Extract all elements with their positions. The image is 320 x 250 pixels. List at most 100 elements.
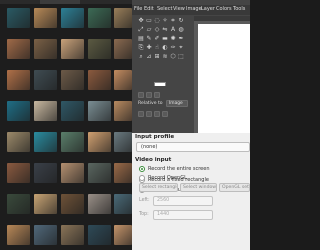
zoom-icon[interactable]: ⌕: [138, 54, 144, 60]
paintbrush-icon[interactable]: ✐: [154, 36, 160, 42]
menu-layer[interactable]: Layer: [201, 6, 215, 12]
radio-entire-screen[interactable]: [139, 166, 145, 172]
opengl-settings-button[interactable]: OpenGL settings...: [219, 183, 250, 192]
align-center-button[interactable]: [146, 92, 152, 98]
align-right-button[interactable]: [154, 92, 160, 98]
gallery-thumbnail[interactable]: [34, 8, 57, 28]
perspective-icon[interactable]: ◇: [154, 27, 160, 33]
gradient-icon[interactable]: ▤: [138, 36, 144, 42]
heal-icon[interactable]: ✚: [146, 45, 152, 51]
distribute-right-button[interactable]: [154, 111, 160, 117]
gallery-thumbnail[interactable]: [34, 225, 57, 245]
clone-icon[interactable]: ⎘: [138, 45, 144, 51]
gallery-thumbnail[interactable]: [7, 163, 30, 183]
select-window-button[interactable]: Select window...: [180, 183, 217, 192]
flip-icon[interactable]: ⇋: [162, 27, 168, 33]
option-record-opengl[interactable]: Record OpenGL: [139, 174, 249, 183]
image-editor-window: File Edit Select View Image Layer Colors…: [132, 0, 250, 133]
gallery-thumbnail[interactable]: [7, 70, 30, 90]
measure-icon[interactable]: ⊿: [146, 54, 152, 60]
color-picker-icon[interactable]: ⌖: [178, 45, 184, 51]
radio-record-opengl[interactable]: [139, 175, 145, 181]
menu-view[interactable]: View: [173, 6, 185, 12]
gallery-thumbnail[interactable]: [7, 8, 30, 28]
rotate-icon[interactable]: ↻: [178, 18, 184, 24]
gallery-thumbnail[interactable]: [7, 101, 30, 121]
gallery-thumbnail[interactable]: [34, 194, 57, 214]
lasso-icon[interactable]: ◌: [154, 18, 160, 24]
gallery-thumbnail[interactable]: [34, 70, 57, 90]
gallery-thumbnail[interactable]: [34, 163, 57, 183]
distribute-left-button[interactable]: [138, 111, 144, 117]
menu-tools[interactable]: Tools: [233, 6, 245, 12]
input-profile-select[interactable]: (none): [136, 142, 250, 152]
distribute-top-button[interactable]: [162, 111, 168, 117]
airbrush-icon[interactable]: ✺: [170, 36, 176, 42]
rect-select-icon[interactable]: ▭: [146, 18, 152, 24]
move-tool-icon[interactable]: ✥: [138, 18, 144, 24]
left-label: Left:: [139, 198, 150, 203]
gallery-thumbnail[interactable]: [61, 194, 84, 214]
gallery-thumbnail[interactable]: [61, 8, 84, 28]
gallery-thumbnail[interactable]: [34, 132, 57, 152]
option-entire-screen[interactable]: Record the entire screen: [139, 165, 249, 174]
gallery-thumbnail[interactable]: [61, 39, 84, 59]
gallery-thumbnail[interactable]: [114, 225, 132, 245]
warp-icon[interactable]: ≋: [162, 54, 168, 60]
gallery-thumbnail[interactable]: [61, 225, 84, 245]
gallery-thumbnail[interactable]: [88, 8, 111, 28]
gallery-thumbnail[interactable]: [34, 39, 57, 59]
gallery-thumbnail[interactable]: [88, 39, 111, 59]
smudge-icon[interactable]: ☝: [154, 45, 160, 51]
gallery-thumbnail[interactable]: [88, 132, 111, 152]
gallery-tab-selected[interactable]: [40, 0, 80, 4]
gallery-thumbnail[interactable]: [61, 132, 84, 152]
gallery-thumbnail[interactable]: [88, 194, 111, 214]
menu-file[interactable]: File: [134, 6, 142, 12]
gallery-thumbnail[interactable]: [114, 163, 132, 183]
gallery-thumbnail[interactable]: [88, 101, 111, 121]
gallery-thumbnail[interactable]: [88, 225, 111, 245]
menu-image[interactable]: Image: [186, 6, 202, 12]
select-rectangle-button[interactable]: Select rectangle...: [139, 183, 178, 192]
gallery-thumbnail[interactable]: [61, 101, 84, 121]
gallery-thumbnail[interactable]: [61, 163, 84, 183]
left-input[interactable]: 2560: [153, 196, 213, 206]
gallery-thumbnail[interactable]: [7, 39, 30, 59]
top-input[interactable]: 1440: [153, 210, 213, 220]
gallery-thumbnail[interactable]: [34, 101, 57, 121]
gallery-thumbnail[interactable]: [7, 225, 30, 245]
relative-to-select[interactable]: Image: [166, 100, 188, 107]
scale-icon[interactable]: ⤢: [138, 27, 144, 33]
gallery-thumbnail[interactable]: [114, 39, 132, 59]
gallery-thumbnail[interactable]: [88, 70, 111, 90]
align-icon[interactable]: ⊞: [154, 54, 160, 60]
image-canvas[interactable]: [198, 24, 250, 133]
gallery-thumbnail[interactable]: [7, 194, 30, 214]
fuzzy-select-icon[interactable]: ✧: [162, 18, 168, 24]
eraser-icon[interactable]: ▬: [162, 36, 168, 42]
pencil-icon[interactable]: ✎: [146, 36, 152, 42]
crop-icon[interactable]: ⌗: [170, 18, 176, 24]
gallery-thumbnail[interactable]: [88, 163, 111, 183]
dodge-icon[interactable]: ◐: [162, 45, 168, 51]
gallery-thumbnail[interactable]: [61, 70, 84, 90]
distribute-center-button[interactable]: [146, 111, 152, 117]
menu-edit[interactable]: Edit: [144, 6, 154, 12]
ink-icon[interactable]: ✒: [178, 36, 184, 42]
shear-icon[interactable]: ▱: [146, 27, 152, 33]
gallery-thumbnail[interactable]: [114, 101, 132, 121]
cage-icon[interactable]: ⬡: [170, 54, 176, 60]
paths-icon[interactable]: ✑: [170, 45, 176, 51]
align-left-button[interactable]: [138, 92, 144, 98]
gallery-thumbnail[interactable]: [114, 132, 132, 152]
unified-transform-icon[interactable]: ⬚: [178, 54, 184, 60]
gallery-thumbnail[interactable]: [114, 8, 132, 28]
bucket-fill-icon[interactable]: ◍: [178, 27, 184, 33]
gallery-thumbnail[interactable]: [114, 70, 132, 90]
text-tool-icon[interactable]: A: [170, 27, 176, 33]
gallery-thumbnail[interactable]: [7, 132, 30, 152]
gallery-thumbnail[interactable]: [114, 194, 132, 214]
menu-colors[interactable]: Colors: [216, 6, 232, 12]
menu-select[interactable]: Select: [157, 6, 172, 12]
